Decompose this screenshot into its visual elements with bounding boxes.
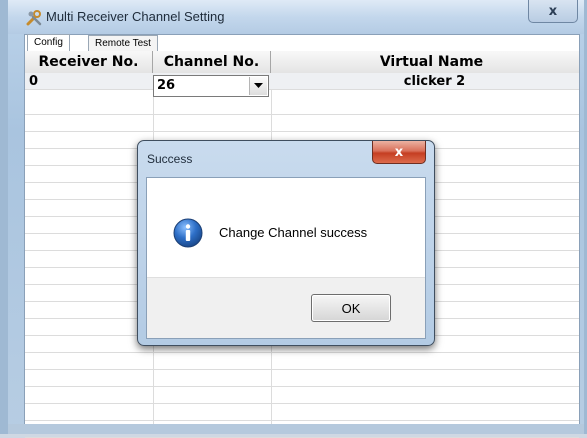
info-icon xyxy=(173,218,203,248)
tools-icon xyxy=(26,10,42,26)
dialog-message: Change Channel success xyxy=(219,225,368,240)
window-title: Multi Receiver Channel Setting xyxy=(46,9,225,24)
virtual-name-cell[interactable]: clicker 2 xyxy=(273,73,587,90)
table-row[interactable] xyxy=(25,404,579,421)
table-row[interactable] xyxy=(25,98,579,115)
channel-value: 26 xyxy=(157,78,176,93)
titlebar[interactable]: Multi Receiver Channel Setting x xyxy=(8,0,584,34)
table-row[interactable] xyxy=(25,387,579,404)
chevron-down-icon[interactable] xyxy=(249,77,267,95)
window-close-button[interactable]: x xyxy=(528,0,578,23)
channel-select[interactable]: 26 xyxy=(153,75,269,97)
dialog-body: Change Channel success OK xyxy=(146,177,426,339)
close-icon: x xyxy=(394,144,404,160)
window-bottom-border xyxy=(8,424,584,434)
tab-strip: Config Remote Test xyxy=(25,34,579,52)
dialog-title: Success xyxy=(147,152,193,166)
success-dialog: Success x Change Channel success OK xyxy=(137,140,435,346)
grid-header: Receiver No. Channel No. Virtual Name xyxy=(25,51,579,74)
ok-button[interactable]: OK xyxy=(311,294,391,322)
col-virtual-name[interactable]: Virtual Name xyxy=(271,51,587,73)
table-row[interactable] xyxy=(25,370,579,387)
close-icon: x xyxy=(548,3,558,19)
col-receiver-no[interactable]: Receiver No. xyxy=(25,51,153,73)
dialog-close-button[interactable]: x xyxy=(372,141,426,164)
table-row[interactable]: 0 clicker 2 xyxy=(25,73,579,90)
tab-remote-test[interactable]: Remote Test xyxy=(88,35,158,51)
table-row[interactable] xyxy=(25,115,579,132)
col-channel-no[interactable]: Channel No. xyxy=(153,51,271,73)
table-row[interactable] xyxy=(25,353,579,370)
receiver-no-cell: 0 xyxy=(29,74,39,89)
tab-config[interactable]: Config xyxy=(27,34,70,52)
